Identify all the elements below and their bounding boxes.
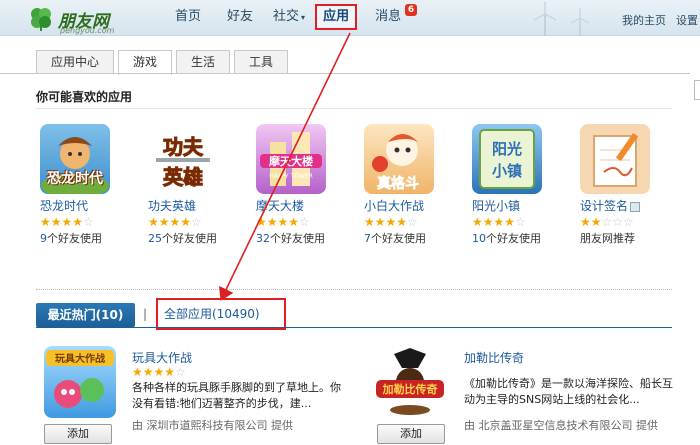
app-name[interactable]: 功夫英雄: [148, 197, 258, 214]
friends-count-number[interactable]: 32: [256, 232, 270, 245]
hot-app-provider: 由 深圳市道熙科技有限公司 提供: [132, 419, 293, 432]
friends-count-text: 个好友使用: [371, 232, 426, 245]
logo[interactable]: 朋友网 pengyou.com: [28, 6, 138, 35]
app-name[interactable]: 摩天大楼: [256, 197, 366, 214]
section-divider: [36, 108, 672, 109]
logo-subtext: pengyou.com: [60, 26, 115, 35]
rating-stars: ★★★★☆: [256, 215, 310, 229]
all-apps-tab[interactable]: 全部应用(10490): [156, 298, 286, 330]
hot-app-description: 《加勒比传奇》是一款以海洋探险、船长互动为主导的SNS网站上线的社会化...: [464, 377, 673, 406]
top-navigation-bar: 朋友网 pengyou.com 首页 好友 社交 ▾ 应用 消息 6 我的主页 设置: [0, 0, 700, 36]
svg-text:功夫: 功夫: [163, 135, 204, 159]
app-name[interactable]: 设计签名: [580, 197, 690, 214]
rating-stars: ★★★★☆: [40, 215, 94, 229]
rating-stars: ★★★★☆: [364, 215, 418, 229]
app-card[interactable]: 摩天大楼 HAPPY TOWER 摩天大楼 ★★★★☆ 32个好友使用: [256, 124, 366, 246]
app-card[interactable]: 设计签名 ★★☆☆☆ 朋友网推荐: [580, 124, 690, 246]
sunshine-town-icon[interactable]: 阳光 小镇: [472, 124, 542, 194]
app-icon-glyph: 恐龙时代: [47, 171, 103, 187]
add-app-button[interactable]: 添加: [377, 424, 445, 444]
app-name[interactable]: 小白大作战: [364, 197, 474, 214]
windmill-decoration-icon-2: [570, 8, 590, 36]
nav-home[interactable]: 首页: [165, 0, 211, 36]
toy-battle-icon[interactable]: 玩具大作战: [44, 346, 116, 418]
recent-hot-tab[interactable]: 最近热门(10): [36, 303, 135, 327]
hot-app-name[interactable]: 加勒比传奇: [464, 349, 524, 366]
hot-app-provider: 由 北京盖亚星空信息技术有限公司 提供: [464, 419, 658, 432]
info-icon: [630, 201, 641, 212]
svg-text:小镇: 小镇: [492, 162, 522, 180]
tab-separator: |: [143, 307, 148, 321]
friends-count-text: 个好友使用: [162, 232, 217, 245]
friends-count-number[interactable]: 10: [472, 232, 486, 245]
svg-text:真格斗: 真格斗: [377, 175, 419, 192]
app-card[interactable]: 恐龙时代 恐龙时代 ★★★★☆ 9个好友使用: [40, 124, 150, 246]
rating-stars: ★★★★☆: [148, 215, 202, 229]
tab-app-center[interactable]: 应用中心: [36, 50, 115, 74]
app-name[interactable]: 恐龙时代: [40, 197, 150, 214]
app-name-text: 设计签名: [580, 199, 629, 213]
friends-count-text: 个好友使用: [47, 232, 102, 245]
svg-text:加勒比传奇: 加勒比传奇: [382, 382, 438, 396]
friends-count-text: 个好友使用: [486, 232, 541, 245]
nav-friends-label: 好友: [227, 9, 254, 24]
nav-social-label: 社交: [273, 9, 300, 24]
app-name[interactable]: 阳光小镇: [472, 197, 582, 214]
friends-count: 32个好友使用: [256, 230, 366, 246]
friends-count-number[interactable]: 7: [364, 232, 371, 245]
kungfu-hero-icon[interactable]: 功夫 英雄: [148, 124, 218, 194]
caribbean-legend-icon[interactable]: 加勒比传奇: [374, 346, 446, 418]
rating-stars: ★★☆☆☆: [580, 215, 634, 229]
hot-app-description: 各种各样的玩具豚手豚脚的到了草地上。你没有看错:牠们迈著整齐的步伐，建...: [132, 381, 341, 410]
side-panel-edge: [694, 80, 700, 100]
add-app-button[interactable]: 添加: [44, 424, 112, 444]
main-nav: 首页 好友 社交 ▾ 应用 消息 6: [165, 0, 418, 36]
signature-design-icon[interactable]: [580, 124, 650, 194]
nav-messages[interactable]: 消息 6: [365, 0, 418, 36]
nav-apps[interactable]: 应用: [315, 4, 358, 30]
friends-count-number[interactable]: 25: [148, 232, 162, 245]
nav-friends[interactable]: 好友: [217, 0, 263, 36]
friends-count-number[interactable]: 9: [40, 232, 47, 245]
friends-count: 9个好友使用: [40, 230, 150, 246]
friends-count-text: 个好友使用: [270, 232, 325, 245]
friends-count: 25个好友使用: [148, 230, 258, 246]
svg-text:阳光: 阳光: [492, 140, 522, 158]
top-right-links: 我的主页 设置: [622, 12, 698, 28]
tab-games[interactable]: 游戏: [118, 50, 173, 75]
hot-app-name[interactable]: 玩具大作战: [132, 349, 192, 366]
svg-text:摩天大楼: 摩天大楼: [269, 154, 313, 168]
xiaobai-battle-icon[interactable]: 真格斗: [364, 124, 434, 194]
rating-stars: ★★★★☆: [472, 215, 526, 229]
svg-text:英雄: 英雄: [163, 165, 203, 189]
tab-tools[interactable]: 工具: [234, 50, 289, 74]
svg-text:HAPPY TOWER: HAPPY TOWER: [269, 173, 313, 180]
hot-tabs-divider: [36, 327, 672, 328]
settings-link[interactable]: 设置: [676, 12, 698, 28]
skyscraper-icon[interactable]: 摩天大楼 HAPPY TOWER: [256, 124, 326, 194]
clover-logo-icon: [31, 8, 51, 31]
section-title: 你可能喜欢的应用: [36, 90, 133, 104]
recommendation-text: 朋友网推荐: [580, 232, 635, 245]
message-count-badge: 6: [404, 4, 418, 16]
my-homepage-link[interactable]: 我的主页: [622, 12, 666, 28]
rating-stars: ★★★★☆: [132, 365, 186, 379]
app-card[interactable]: 阳光 小镇 阳光小镇 ★★★★☆ 10个好友使用: [472, 124, 582, 246]
tab-life[interactable]: 生活: [176, 50, 231, 74]
nav-social[interactable]: 社交 ▾: [263, 0, 315, 36]
svg-text:玩具大作战: 玩具大作战: [55, 352, 105, 365]
dinosaur-game-icon[interactable]: 恐龙时代: [40, 124, 110, 194]
dotted-divider: [36, 289, 672, 290]
chevron-down-icon: ▾: [301, 13, 306, 22]
tabs-divider: [0, 73, 690, 74]
friends-count: 10个好友使用: [472, 230, 582, 246]
recommendation-note: 朋友网推荐: [580, 230, 690, 246]
category-tabs: 应用中心 游戏 生活 工具: [36, 50, 292, 75]
nav-apps-label: 应用: [323, 9, 350, 24]
app-card[interactable]: 功夫 英雄 功夫英雄 ★★★★☆ 25个好友使用: [148, 124, 258, 246]
nav-home-label: 首页: [175, 9, 202, 24]
nav-messages-label: 消息: [375, 9, 402, 24]
friends-count: 7个好友使用: [364, 230, 474, 246]
app-card[interactable]: 真格斗 小白大作战 ★★★★☆ 7个好友使用: [364, 124, 474, 246]
